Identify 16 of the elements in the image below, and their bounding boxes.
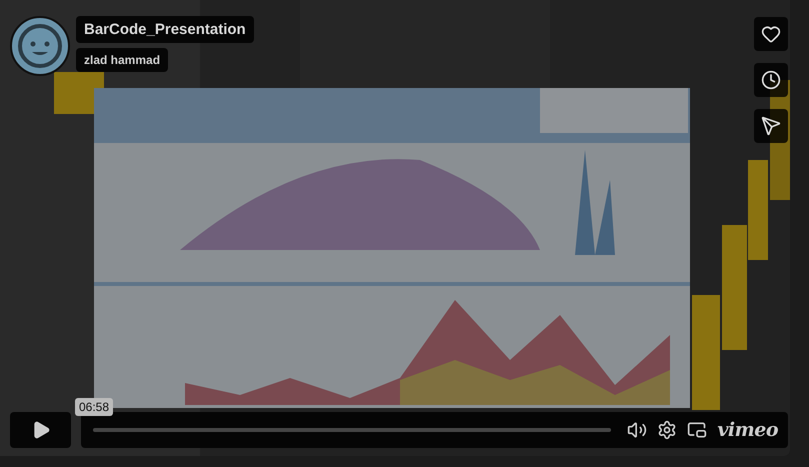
time-tooltip: 06:58: [75, 398, 114, 416]
heart-icon: [761, 24, 781, 44]
play-button[interactable]: [10, 412, 71, 448]
avatar-icon[interactable]: [10, 16, 70, 76]
vimeo-logo[interactable]: vimeo: [717, 419, 778, 441]
progress-track[interactable]: [93, 428, 612, 432]
author-name[interactable]: zlad hammad: [76, 48, 168, 72]
picture-in-picture-button[interactable]: [687, 420, 708, 440]
volume-button[interactable]: [627, 420, 648, 440]
watch-later-button[interactable]: [754, 63, 788, 97]
settings-button[interactable]: [657, 420, 678, 440]
video-title[interactable]: BarCode_Presentation: [76, 16, 254, 43]
like-button[interactable]: [754, 17, 788, 51]
send-icon: [761, 116, 781, 136]
clock-icon: [761, 70, 781, 90]
share-button[interactable]: [754, 109, 788, 143]
